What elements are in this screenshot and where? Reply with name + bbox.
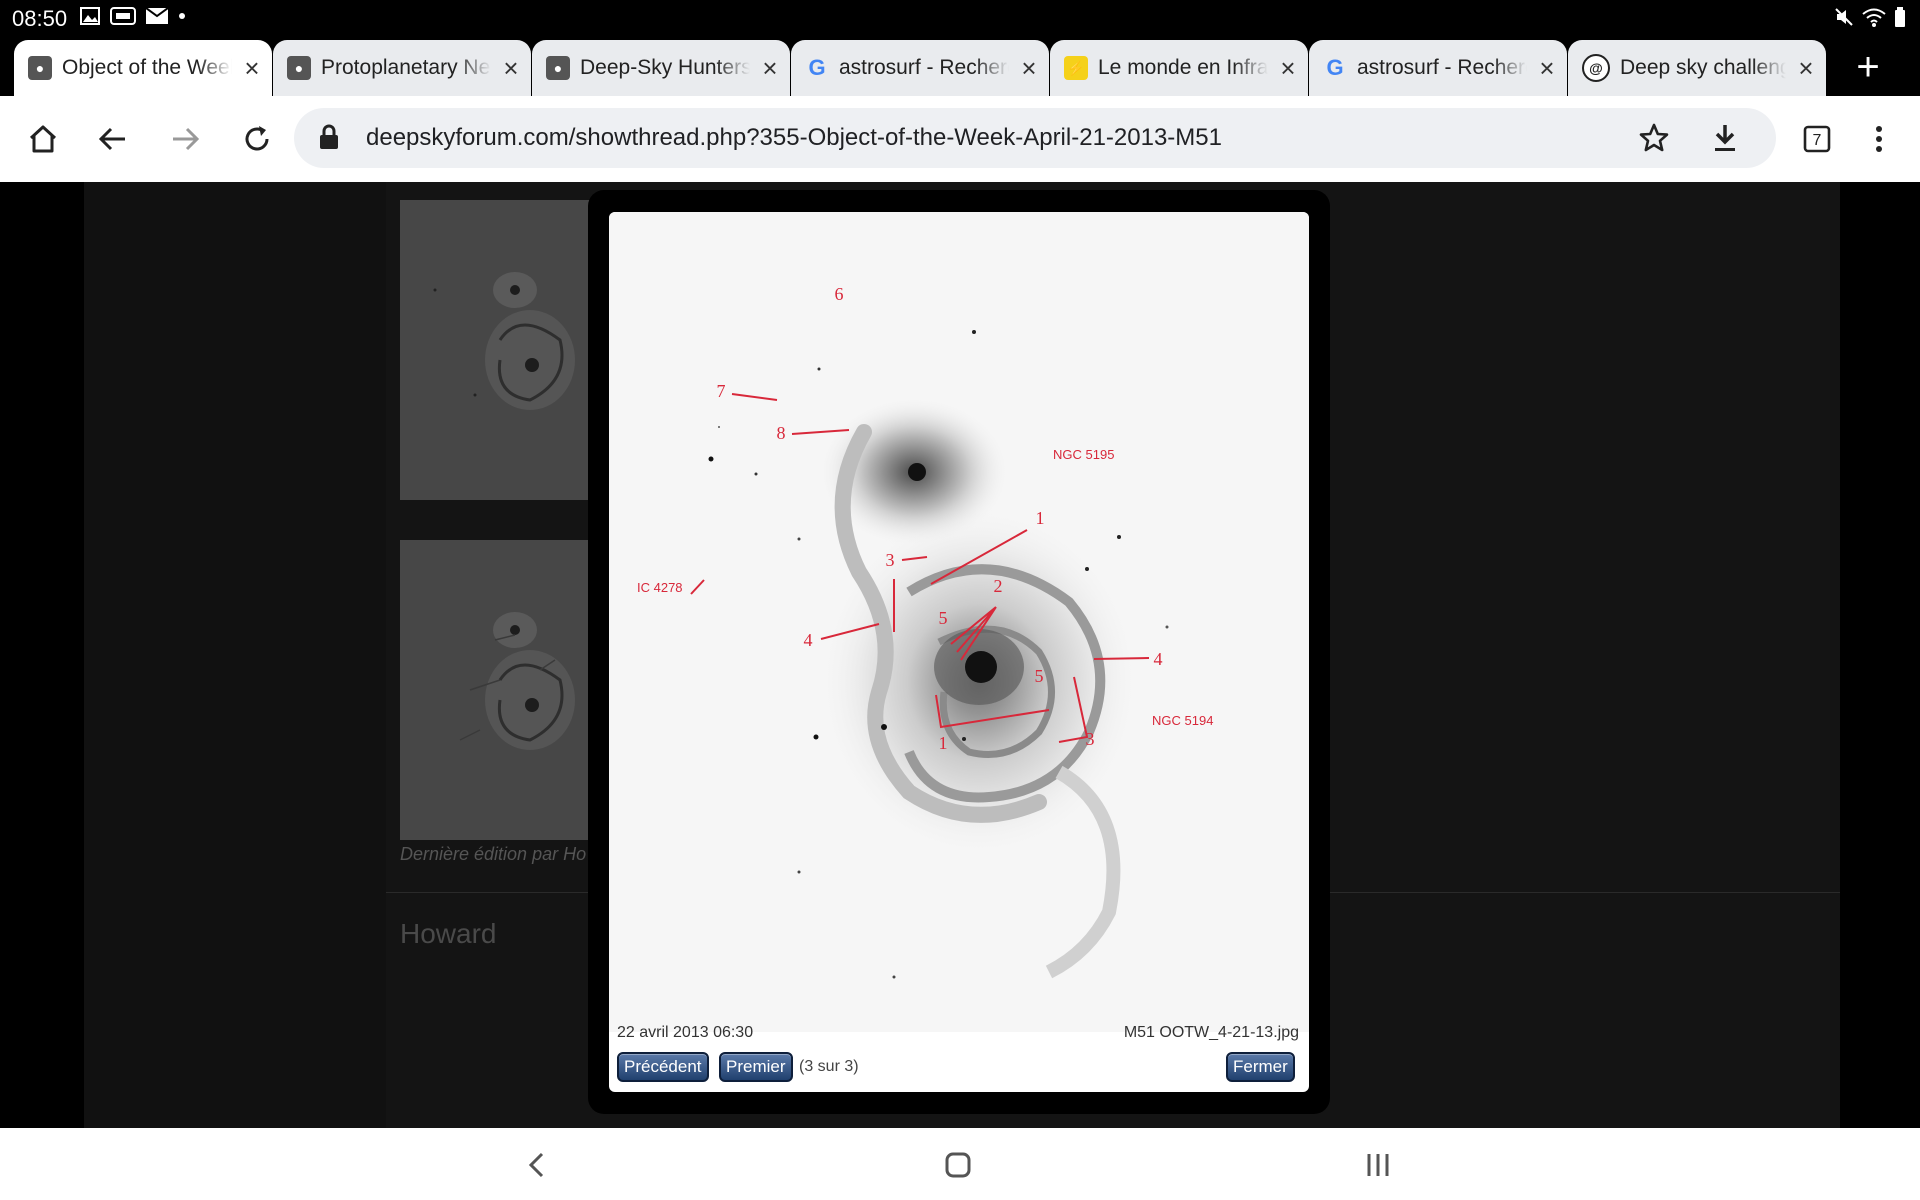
google-favicon-icon: G — [808, 55, 826, 80]
lock-icon — [320, 124, 338, 149]
label-6: 6 — [835, 284, 844, 304]
new-tab-button[interactable]: + — [1840, 42, 1896, 92]
download-icon[interactable] — [1710, 122, 1740, 154]
tab-deep-sky-hunters[interactable]: ● Deep-Sky Hunters × — [532, 40, 790, 96]
tab-le-monde-en-infrarouge[interactable]: ⚡ Le monde en Infrarouge × — [1050, 40, 1308, 96]
mail-icon — [146, 8, 168, 24]
post-username[interactable]: Howard — [400, 918, 496, 950]
galaxy-favicon-icon: ● — [28, 56, 52, 80]
clock: 08:50 — [12, 6, 68, 31]
galaxy-favicon-icon: ● — [287, 56, 311, 80]
home-icon — [29, 125, 57, 153]
close-tab-icon[interactable]: × — [1786, 53, 1826, 84]
attachment-thumbnail-1[interactable] — [400, 200, 590, 500]
close-tab-icon[interactable]: × — [1009, 53, 1049, 84]
label-7: 7 — [717, 381, 726, 401]
google-favicon-icon: G — [1326, 55, 1344, 80]
browser-toolbar: deepskyforum.com/showthread.php?355-Obje… — [0, 96, 1920, 183]
close-tab-icon[interactable]: × — [1268, 53, 1308, 84]
tab-deep-sky-challenge[interactable]: @ Deep sky challenge × — [1568, 40, 1826, 96]
label-ic4278: IC 4278 — [637, 580, 683, 595]
image-count: (3 sur 3) — [799, 1058, 859, 1075]
cast-icon — [110, 7, 136, 25]
forward-arrow-icon — [173, 127, 200, 151]
status-bar: 08:50 — [0, 0, 1920, 36]
page-left-gutter — [0, 182, 84, 1128]
tab-protoplanetary[interactable]: ● Protoplanetary Nebula × — [273, 40, 531, 96]
tab-astrosurf-2[interactable]: G astrosurf - Rechercher × — [1309, 40, 1567, 96]
label-3-right: 3 — [1086, 729, 1095, 749]
label-1-top: 1 — [1036, 508, 1045, 528]
label-5-right: 5 — [1035, 666, 1044, 686]
label-3-left: 3 — [886, 550, 895, 570]
wifi-icon — [1862, 8, 1886, 27]
last-edit-note: Dernière édition par Ho — [400, 844, 587, 864]
tab-astrosurf-1[interactable]: G astrosurf - Rechercher × — [791, 40, 1049, 96]
tab-title: Le monde en Infrarouge — [1098, 56, 1268, 79]
label-4-right: 4 — [1154, 649, 1163, 669]
reload-button[interactable] — [234, 116, 280, 162]
close-button[interactable]: Fermer — [1226, 1052, 1295, 1082]
tab-switcher-button[interactable]: 7 — [1794, 116, 1840, 162]
status-right-icons — [1834, 7, 1906, 27]
galaxy-favicon-icon: ● — [546, 56, 570, 80]
address-bar[interactable]: deepskyforum.com/showthread.php?355-Obje… — [294, 108, 1776, 168]
reload-icon — [245, 126, 269, 151]
tab-switcher-icon: 7 — [1803, 125, 1831, 153]
label-4-left: 4 — [804, 630, 813, 650]
lightbox-image: 6 7 8 NGC 5195 1 3 2 IC 4278 5 4 5 4 NGC… — [609, 212, 1309, 1092]
nav-recents-icon[interactable] — [1364, 1150, 1392, 1180]
previous-button[interactable]: Précédent — [617, 1052, 709, 1082]
system-nav-bar — [0, 1128, 1920, 1200]
close-tab-icon[interactable]: × — [491, 53, 531, 84]
status-left-icons — [80, 7, 186, 25]
close-tab-icon[interactable]: × — [1527, 53, 1567, 84]
tab-title: astrosurf - Rechercher — [1357, 56, 1527, 79]
label-ngc5195: NGC 5195 — [1053, 447, 1114, 462]
le-monde-favicon-icon: ⚡ — [1064, 56, 1088, 80]
image-date: 22 avril 2013 06:30 — [617, 1024, 754, 1041]
close-tab-icon[interactable]: × — [232, 53, 272, 84]
home-button[interactable] — [20, 116, 66, 162]
attachment-thumbnail-2[interactable] — [400, 540, 590, 840]
more-vert-icon — [1876, 126, 1882, 152]
tab-object-of-the-week[interactable]: ● Object of the Week × — [14, 40, 272, 96]
tab-title: Object of the Week — [62, 56, 232, 79]
spiral-favicon-icon: @ — [1582, 54, 1610, 82]
image-icon — [80, 7, 100, 25]
label-5-left: 5 — [939, 608, 948, 628]
tab-strip: ● Object of the Week × ● Protoplanetary … — [0, 36, 1920, 96]
tab-title: astrosurf - Rechercher — [839, 56, 1009, 79]
tab-title: Deep-Sky Hunters — [580, 56, 750, 79]
page-right-gutter — [1836, 182, 1920, 1128]
image-filename: M51 OOTW_4-21-13.jpg — [1123, 1024, 1299, 1041]
star-icon[interactable] — [1638, 122, 1670, 154]
forward-button[interactable] — [162, 116, 208, 162]
dot-icon — [179, 13, 185, 19]
label-2: 2 — [994, 576, 1003, 596]
label-1-bottom: 1 — [939, 733, 948, 753]
label-ngc5194: NGC 5194 — [1152, 713, 1213, 728]
url-text[interactable]: deepskyforum.com/showthread.php?355-Obje… — [366, 124, 1222, 152]
first-button[interactable]: Premier — [719, 1052, 793, 1082]
nav-back-icon[interactable] — [524, 1150, 550, 1180]
back-arrow-icon — [98, 127, 125, 151]
tab-title: Deep sky challenge — [1620, 56, 1786, 79]
mute-icon — [1835, 8, 1853, 26]
label-8: 8 — [777, 423, 786, 443]
nav-home-icon[interactable] — [944, 1150, 972, 1180]
menu-button[interactable] — [1856, 116, 1902, 162]
back-button[interactable] — [90, 116, 136, 162]
close-tab-icon[interactable]: × — [750, 53, 790, 84]
tab-title: Protoplanetary Nebula — [321, 56, 491, 79]
tab-count: 7 — [1813, 132, 1822, 149]
battery-icon — [1895, 7, 1905, 27]
